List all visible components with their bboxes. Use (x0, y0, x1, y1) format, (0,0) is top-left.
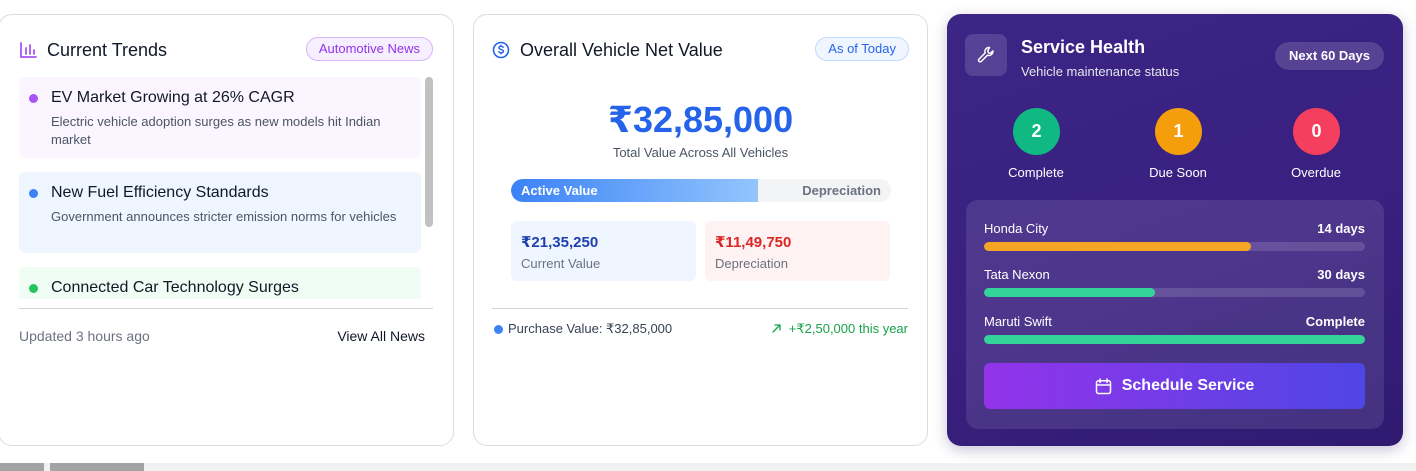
vehicle-progress-fill (984, 288, 1156, 297)
news-description: Government announces stricter emission n… (51, 209, 397, 224)
trend-up-icon (772, 321, 781, 336)
dollar-circle-icon (492, 41, 510, 59)
news-dot (29, 94, 38, 103)
news-scrollbar-thumb[interactable] (425, 77, 433, 227)
scrollbar-left-segment[interactable] (0, 463, 44, 471)
schedule-service-label: Schedule Service (1121, 377, 1255, 394)
view-all-news-link[interactable]: View All News (337, 328, 425, 344)
news-item[interactable]: New Fuel Efficiency Standards Government… (19, 172, 421, 253)
vehicle-name: Tata Nexon (984, 267, 1050, 282)
vehicle-name: Maruti Swift (984, 314, 1052, 329)
news-item[interactable]: Connected Car Technology Surges (19, 267, 421, 299)
news-list[interactable]: EV Market Growing at 26% CAGR Electric v… (19, 77, 421, 299)
net-value-header: Overall Vehicle Net Value As of Today (492, 37, 909, 63)
purchase-value: Purchase Value: ₹32,85,000 (494, 321, 672, 337)
complete-label: Complete (1008, 165, 1064, 180)
value-progress-bar: Active Value Depreciation (511, 179, 891, 202)
depreciation-amount: ₹11,49,750 (715, 234, 792, 251)
vehicle-progress-track (984, 242, 1365, 251)
purchase-value-text: Purchase Value: ₹32,85,000 (508, 321, 673, 336)
complete-count: 2 (1013, 108, 1060, 155)
trends-header: Current Trends Automotive News (19, 37, 433, 63)
vehicle-progress-track (984, 288, 1365, 297)
service-health-title: Service Health (1021, 37, 1146, 57)
news-dot (29, 284, 38, 293)
vehicle-status: 14 days (1317, 221, 1365, 236)
next-60-days-badge: Next 60 Days (1275, 42, 1384, 70)
net-value-divider (492, 308, 908, 309)
vehicle-progress-track (984, 335, 1365, 344)
vehicle-status: Complete (1305, 314, 1365, 329)
yearly-gain: +₹2,50,000 this year (772, 321, 908, 337)
due-soon-count: 1 (1155, 108, 1202, 155)
vehicle-progress-fill (984, 335, 1365, 344)
yearly-gain-text: +₹2,50,000 this year (788, 321, 908, 336)
as-of-today-badge: As of Today (815, 37, 909, 61)
news-item[interactable]: EV Market Growing at 26% CAGR Electric v… (19, 77, 421, 158)
net-value-card: Overall Vehicle Net Value As of Today ₹3… (473, 14, 928, 446)
vehicle-status: 30 days (1317, 267, 1365, 282)
net-value-title: Overall Vehicle Net Value (520, 39, 723, 60)
service-health-subtitle: Vehicle maintenance status (1021, 64, 1180, 79)
due-soon-label: Due Soon (1149, 165, 1207, 180)
total-value-label: Total Value Across All Vehicles (612, 145, 789, 160)
depreciation-label: Depreciation (715, 256, 788, 271)
bar-chart-icon (19, 42, 37, 58)
horizontal-scrollbar[interactable] (0, 463, 1416, 471)
active-value-label: Active Value (521, 183, 598, 198)
wrench-icon (965, 34, 1007, 76)
updated-text: Updated 3 hours ago (19, 328, 150, 344)
service-health-card: Service Health Vehicle maintenance statu… (947, 14, 1403, 446)
purchase-dot (494, 324, 503, 334)
trends-title: Current Trends (47, 39, 168, 60)
overdue-count: 0 (1293, 108, 1340, 155)
overdue-label: Overdue (1291, 165, 1341, 180)
depreciation-box: ₹11,49,750 Depreciation (705, 221, 890, 281)
vehicle-service-panel: Honda City 14 days Tata Nexon 30 days Ma… (966, 200, 1384, 429)
news-title: EV Market Growing at 26% CAGR (51, 89, 295, 106)
current-value-amount: ₹21,35,250 (521, 234, 599, 251)
horizontal-scrollbar-thumb[interactable] (50, 463, 144, 471)
calendar-icon (1095, 377, 1112, 395)
current-trends-card: Current Trends Automotive News EV Market… (0, 14, 454, 446)
news-scrollbar[interactable] (425, 77, 433, 299)
current-value-box: ₹21,35,250 Current Value (511, 221, 696, 281)
vehicle-progress-fill (984, 242, 1251, 251)
schedule-service-button[interactable]: Schedule Service (984, 363, 1365, 409)
news-description: Electric vehicle adoption surges as new … (51, 114, 381, 147)
news-title: New Fuel Efficiency Standards (51, 184, 269, 201)
automotive-news-badge: Automotive News (305, 37, 433, 61)
news-dot (29, 189, 38, 198)
news-title: Connected Car Technology Surges (51, 279, 299, 296)
vehicle-name: Honda City (984, 221, 1049, 236)
current-value-label: Current Value (521, 256, 601, 271)
depreciation-bar-label: Depreciation (802, 183, 881, 198)
total-net-value: ₹32,85,000 (607, 99, 794, 140)
trends-divider (19, 308, 433, 309)
